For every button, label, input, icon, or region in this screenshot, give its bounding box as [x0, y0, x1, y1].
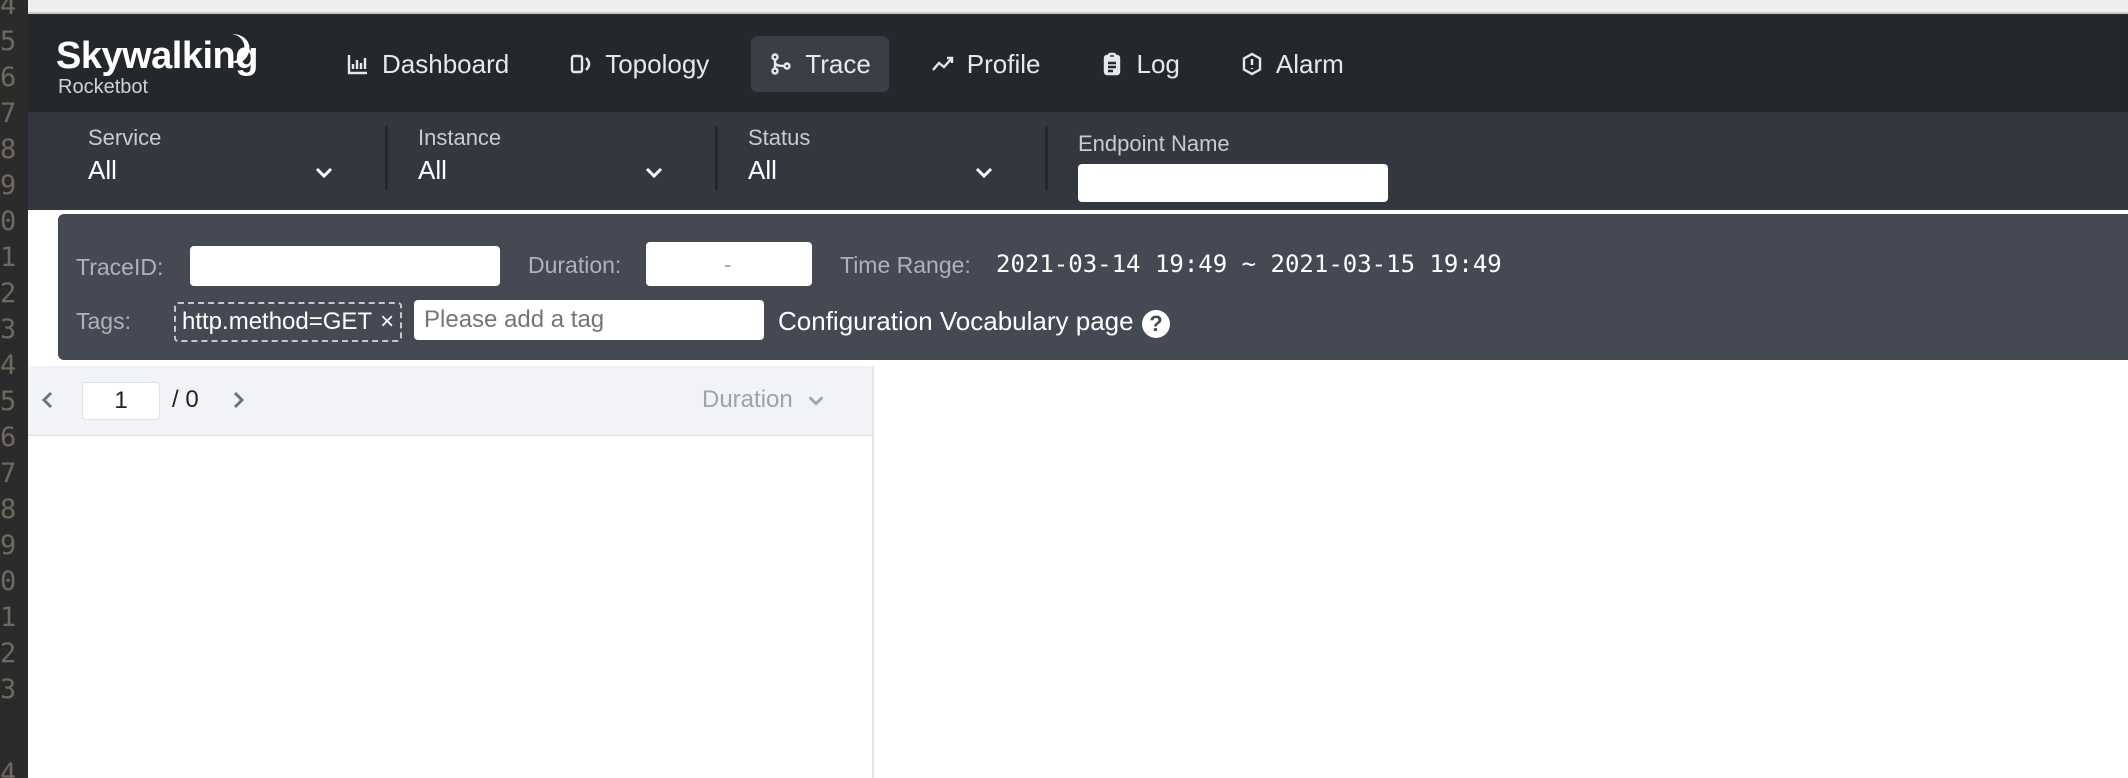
nav-dashboard[interactable]: Dashboard [328, 36, 527, 92]
nav-label: Profile [966, 48, 1041, 79]
endpoint-label: Endpoint Name [1078, 131, 1230, 156]
time-range-value[interactable]: 2021-03-14 19:49 ~ 2021-03-15 19:49 [996, 250, 1502, 278]
app: Skywalking Rocketbot Dashboard Topology … [28, 14, 2128, 778]
endpoint-filter: Endpoint Name [1078, 130, 1388, 202]
chevron-right-icon[interactable] [226, 388, 250, 412]
nav-label: Log [1136, 48, 1180, 79]
panel-splitter[interactable] [872, 366, 874, 778]
line-number: 7 [0, 458, 17, 489]
nav-alarm[interactable]: Alarm [1222, 36, 1362, 92]
service-label: Service [88, 125, 162, 150]
divider [1045, 126, 1048, 190]
logo-subtitle: Rocketbot [58, 76, 149, 98]
logo[interactable]: Skywalking Rocketbot [56, 34, 258, 98]
status-select[interactable]: Status All [688, 124, 1018, 200]
tag-chip: http.method=GET × [174, 302, 403, 342]
alarm-icon [1242, 52, 1262, 76]
trace-list-header: / 0 Duration [28, 366, 874, 436]
nav-log[interactable]: Log [1082, 36, 1197, 92]
main-nav: Dashboard Topology Trace Profile Log Ala… [328, 36, 1386, 92]
window-top-border [28, 0, 2128, 14]
duration-separator: - [724, 252, 732, 277]
line-number: 0 [0, 566, 17, 597]
nav-label: Dashboard [382, 48, 510, 79]
line-number: 3 [0, 674, 17, 705]
chevron-down-icon [645, 167, 663, 179]
line-number: 1 [0, 602, 17, 633]
tag-chip-label: http.method=GET [182, 308, 373, 335]
instance-label: Instance [418, 125, 502, 150]
sort-label: Duration [702, 386, 793, 413]
line-number: 6 [0, 422, 17, 453]
status-label: Status [748, 125, 811, 150]
duration-label: Duration: [528, 252, 622, 278]
help-icon[interactable]: ? [1142, 310, 1170, 338]
line-number: 4 [0, 350, 17, 381]
clipboard-icon [1104, 52, 1121, 76]
page-input[interactable] [82, 382, 160, 420]
service-select[interactable]: Service All [28, 124, 358, 200]
chevron-left-icon[interactable] [36, 388, 60, 412]
line-number: 1 [0, 242, 17, 273]
trace-icon [771, 53, 791, 75]
traceid-label: TraceID: [76, 254, 164, 280]
nav-trace[interactable]: Trace [751, 36, 889, 92]
line-number: 6 [0, 62, 17, 93]
chevron-down-icon [315, 167, 333, 179]
nav-topology[interactable]: Topology [551, 36, 727, 92]
logo-swoosh-icon [232, 34, 250, 63]
tag-input[interactable] [414, 300, 764, 340]
line-number: 2 [0, 638, 17, 669]
nav-profile[interactable]: Profile [913, 36, 1059, 92]
instance-select[interactable]: Instance All [358, 124, 688, 200]
line-number: 2 [0, 278, 17, 309]
endpoint-input[interactable] [1078, 164, 1388, 202]
line-number: 4 [0, 758, 17, 778]
tags-label: Tags: [76, 308, 131, 334]
close-icon[interactable]: × [380, 308, 394, 336]
line-number: 8 [0, 494, 17, 525]
search-panel: TraceID: Duration: - Time Range: 2021-03… [58, 214, 2128, 360]
traceid-input[interactable] [190, 246, 500, 286]
time-range-label: Time Range: [840, 252, 971, 278]
line-number: 9 [0, 170, 17, 201]
chevron-down-icon [975, 167, 993, 179]
line-number: 8 [0, 134, 17, 165]
line-number: 0 [0, 206, 17, 237]
nav-label: Alarm [1275, 48, 1344, 79]
bar-chart-icon [347, 55, 367, 75]
sort-dropdown[interactable]: Duration [702, 386, 827, 414]
nav-label: Topology [605, 48, 710, 79]
filter-bar: Service All Instance All Status All Endp… [28, 112, 2128, 210]
line-number: 7 [0, 98, 17, 129]
topology-icon [571, 54, 591, 74]
line-number: 3 [0, 314, 17, 345]
page-total: / 0 [172, 386, 199, 413]
trend-icon [931, 56, 953, 71]
line-number: 9 [0, 530, 17, 561]
line-number: 5 [0, 386, 17, 417]
top-header: Skywalking Rocketbot Dashboard Topology … [28, 14, 2128, 112]
editor-gutter: 4 5 6 7 8 9 0 1 2 3 4 5 6 7 8 9 0 1 2 3 … [0, 0, 28, 778]
line-number: 5 [0, 26, 17, 57]
config-vocabulary-link[interactable]: Configuration Vocabulary page [778, 306, 1134, 337]
line-number: 4 [0, 0, 17, 21]
nav-label: Trace [805, 48, 871, 79]
chevron-down-icon [808, 396, 824, 406]
